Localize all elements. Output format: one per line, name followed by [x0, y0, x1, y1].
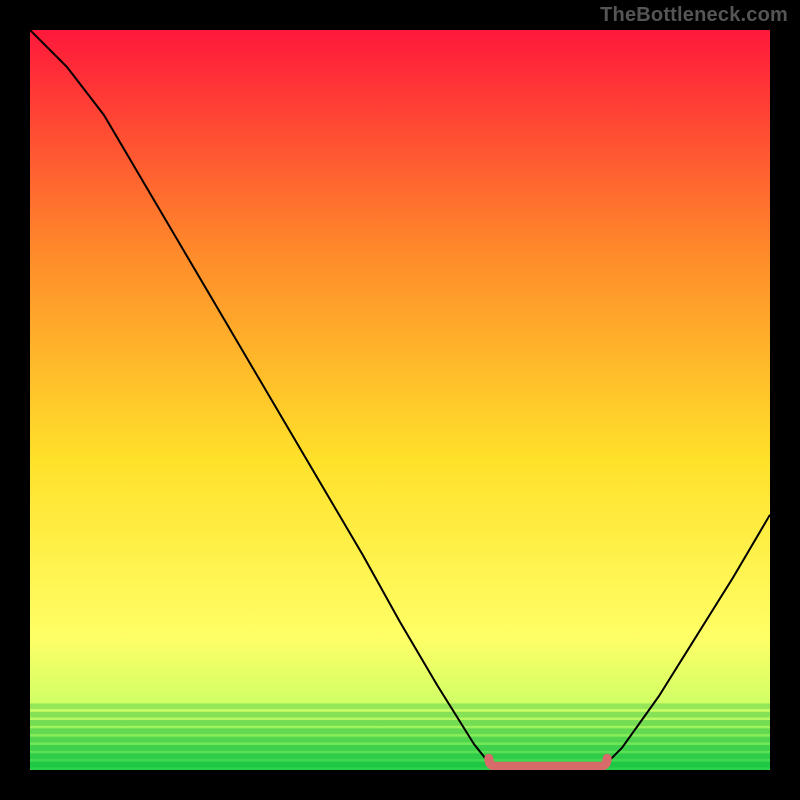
optimal-range-marker: [489, 758, 607, 766]
watermark-label: TheBottleneck.com: [600, 4, 788, 27]
bottleneck-curve: [30, 30, 770, 770]
curve-path: [30, 30, 770, 770]
chart-frame: TheBottleneck.com: [0, 0, 800, 800]
